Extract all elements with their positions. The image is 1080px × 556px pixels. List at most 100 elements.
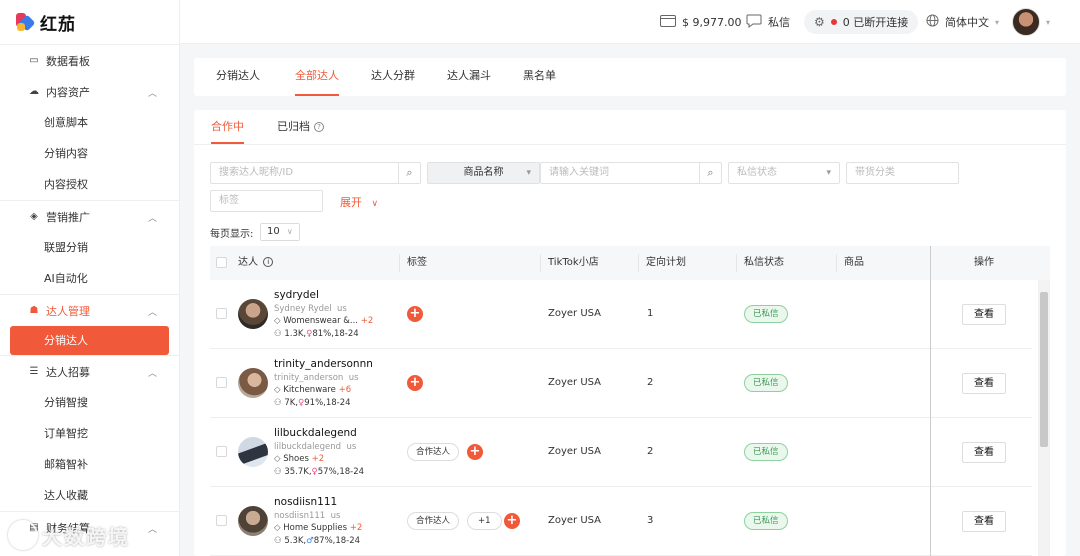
table-row: lilbuckdalegend lilbuckdalegend us ◇ Sho…: [210, 418, 1032, 487]
column-separator: [836, 254, 837, 272]
row-checkbox[interactable]: [216, 377, 227, 388]
language-select[interactable]: 简体中文 ▾: [926, 0, 999, 44]
row-checkbox[interactable]: [216, 308, 227, 319]
sidebar-item[interactable]: 分销智搜: [0, 387, 179, 418]
expand-filters-button[interactable]: 展开 ∨: [340, 194, 378, 210]
sidebar: 红茄 ▭ 数据看板 ☁ 内容资产 ︿ 创意脚本 分销内容 内容授权 ◈ 营销推广 ︿ 联盟分销 AI自动…: [0, 0, 180, 556]
creator-category-more[interactable]: +2: [350, 523, 363, 533]
tab-distribution-creators[interactable]: 分销达人: [216, 58, 260, 96]
category-select[interactable]: 带货分类: [846, 162, 959, 184]
messages-link[interactable]: 私信: [746, 0, 790, 44]
creator-audience: 81%,18-24: [312, 329, 359, 339]
tag-select[interactable]: 标签: [210, 190, 323, 212]
creator-name[interactable]: nosdiisn111: [274, 496, 337, 508]
tab-blacklist[interactable]: 黑名单: [523, 58, 556, 96]
search-icon[interactable]: ⌕: [398, 163, 420, 183]
chevron-down-icon: ▾: [1046, 17, 1051, 27]
chevron-up-icon: ︿: [147, 525, 157, 535]
user-menu[interactable]: ▾: [1012, 0, 1050, 44]
more-tags-chip[interactable]: +1: [467, 512, 502, 530]
dm-status-select[interactable]: 私信状态 ▾: [728, 162, 840, 184]
creator-audience: 91%,18-24: [304, 398, 351, 408]
targeted-plan-count[interactable]: 3: [647, 515, 653, 526]
add-tag-button[interactable]: +: [504, 513, 520, 529]
brand-logo[interactable]: 红茄: [0, 0, 179, 44]
creator-followers: 7K,: [284, 398, 299, 408]
keyword-placeholder: 请输入关键词: [549, 167, 609, 178]
creator-audience: 57%,18-24: [317, 467, 365, 477]
product-name-select[interactable]: 商品名称 ▾: [427, 162, 540, 184]
connection-status[interactable]: ⚙ 0 已断开连接: [804, 10, 919, 34]
tag-chip[interactable]: 合作达人: [407, 443, 460, 461]
creator-avatar[interactable]: [238, 437, 268, 467]
add-tag-button[interactable]: +: [407, 375, 423, 391]
sidebar-group[interactable]: ☁ 内容资产 ︿: [0, 76, 179, 107]
sidebar-item[interactable]: 达人收藏: [0, 480, 179, 511]
creator-category-more[interactable]: +2: [361, 316, 374, 326]
expand-label: 展开: [340, 196, 362, 209]
sidebar-item[interactable]: 订单智挖: [0, 418, 179, 449]
sidebar-group[interactable]: ☗ 达人管理 ︿: [0, 295, 179, 326]
sidebar-group[interactable]: ◈ 营销推广 ︿: [0, 201, 179, 232]
sidebar-item[interactable]: 创意脚本: [0, 107, 179, 138]
column-separator: [736, 254, 737, 272]
tag-placeholder: 标签: [219, 195, 239, 206]
creator-avatar[interactable]: [238, 368, 268, 398]
targeted-plan-count[interactable]: 1: [647, 308, 653, 319]
sidebar-item[interactable]: 联盟分销: [0, 232, 179, 263]
row-checkbox[interactable]: [216, 515, 227, 526]
tab-all-creators[interactable]: 全部达人: [295, 58, 339, 96]
creator-search-input[interactable]: 搜索达人昵称/ID ⌕: [210, 162, 421, 184]
add-tag-button[interactable]: +: [467, 444, 483, 460]
dm-status-badge: 已私信: [744, 374, 788, 392]
creator-stats: ⚇ 1.3K,♀81%,18-24: [274, 329, 359, 339]
balance[interactable]: $ 9,977.00: [660, 0, 741, 44]
view-button[interactable]: 查看: [962, 373, 1006, 394]
sidebar-item[interactable]: AI自动化: [0, 263, 179, 294]
sidebar-group[interactable]: ▭ 数据看板: [0, 45, 179, 76]
chevron-up-icon: ︿: [147, 89, 157, 99]
view-button[interactable]: 查看: [962, 511, 1006, 532]
targeted-plan-count[interactable]: 2: [647, 377, 653, 388]
creator-avatar[interactable]: [238, 506, 268, 536]
info-icon[interactable]: i: [263, 257, 274, 267]
creator-category-more[interactable]: +2: [312, 454, 325, 464]
help-icon[interactable]: ?: [314, 122, 324, 132]
chevron-down-icon: ∨: [371, 199, 379, 209]
creator-handle-text: Sydney Rydel: [274, 304, 332, 314]
creator-name[interactable]: lilbuckdalegend: [274, 427, 357, 439]
creator-avatar[interactable]: [238, 299, 268, 329]
tab-creator-funnel[interactable]: 达人漏斗: [447, 58, 491, 96]
sidebar-item[interactable]: 分销达人: [10, 326, 169, 355]
creator-category-text: Home Supplies: [283, 523, 348, 533]
column-separator: [540, 254, 541, 272]
subtab-cooperating[interactable]: 合作中: [211, 110, 244, 144]
select-all-checkbox[interactable]: [216, 257, 227, 268]
row-checkbox[interactable]: [216, 446, 227, 457]
creator-name[interactable]: sydrydel: [274, 289, 319, 301]
people-icon: ☗: [29, 305, 39, 316]
creator-handle-text: trinity_anderson: [274, 373, 344, 383]
view-button[interactable]: 查看: [962, 442, 1006, 463]
sidebar-item[interactable]: 内容授权: [0, 169, 179, 200]
sidebar-group[interactable]: ☰ 达人招募 ︿: [0, 356, 179, 387]
view-button[interactable]: 查看: [962, 304, 1006, 325]
creator-name[interactable]: trinity_andersonnn: [274, 358, 373, 370]
targeted-plan-count[interactable]: 2: [647, 446, 653, 457]
gender-icon: ♂: [306, 536, 314, 546]
tag-chip[interactable]: 合作达人: [407, 512, 460, 530]
subtab-archived[interactable]: 已归档?: [277, 110, 324, 144]
sidebar-item[interactable]: 分销内容: [0, 138, 179, 169]
sidebar-item[interactable]: 邮箱智补: [0, 449, 179, 480]
keyword-input[interactable]: 请输入关键词 ⌕: [540, 162, 722, 184]
tab-creator-groups[interactable]: 达人分群: [371, 58, 415, 96]
creator-category-more[interactable]: +6: [339, 385, 352, 395]
add-tag-button[interactable]: +: [407, 306, 423, 322]
chevron-up-icon: ︿: [147, 369, 157, 379]
table-scrollbar-thumb[interactable]: [1040, 292, 1048, 447]
search-icon[interactable]: ⌕: [699, 163, 721, 183]
creator-handle: Sydney Rydel us: [274, 304, 347, 314]
per-page-select[interactable]: 10 ∨: [260, 223, 300, 241]
chat-icon: [746, 14, 762, 31]
table-row: trinity_andersonnn trinity_anderson us ◇…: [210, 349, 1032, 418]
